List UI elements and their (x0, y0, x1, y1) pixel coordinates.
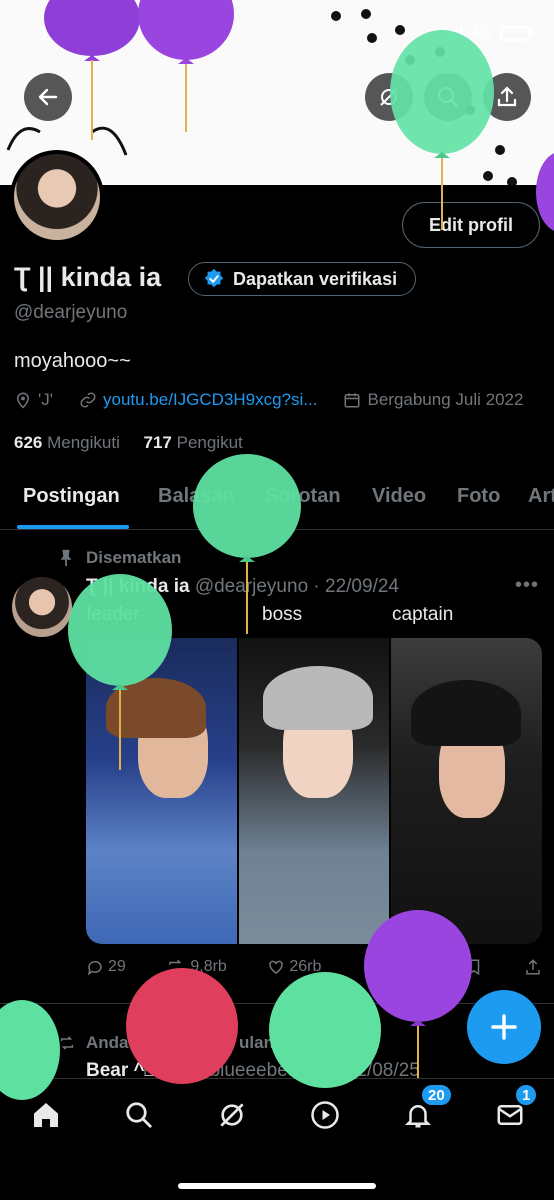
profile-stats: 626 Mengikuti 717 Pengikut (14, 433, 243, 453)
pin-icon (60, 549, 72, 567)
link-icon (80, 392, 96, 408)
following-count: 626 (14, 433, 43, 452)
post-photo-1[interactable] (86, 638, 237, 944)
compose-plus-icon (491, 1014, 517, 1040)
network-label: 4G (470, 24, 492, 41)
views-button[interactable]: 286rb (362, 958, 425, 976)
search-icon (437, 86, 459, 108)
nav-explore[interactable] (119, 1095, 159, 1135)
post-handle-date: @dearjeyuno · 22/09/24 (194, 576, 399, 597)
pinned-label-row: Disematkan (58, 548, 181, 568)
post-actions: 29 9,8rb 26rb 286rb (86, 958, 542, 976)
nav-home[interactable] (26, 1095, 66, 1135)
bookmark-button[interactable] (465, 958, 483, 976)
views-icon (364, 962, 378, 973)
nav-video[interactable] (305, 1095, 345, 1135)
tab-posts[interactable]: Postingan (23, 485, 120, 508)
reply-icon (87, 960, 102, 976)
grok-button[interactable] (365, 73, 413, 121)
profile-meta: 'J' youtu.be/IJGCD3H9xcg?si... Bergabung… (14, 390, 523, 410)
get-verified-label: Dapatkan verifikasi (233, 268, 398, 289)
upload-button[interactable] (524, 958, 542, 976)
verified-badge-icon (204, 268, 224, 288)
play-circle-icon (311, 1101, 339, 1129)
following-label: Mengikuti (47, 433, 120, 452)
signal-icon (444, 26, 463, 40)
like-icon (269, 960, 284, 974)
reposted-label: Anda memposting ulang (86, 1033, 285, 1052)
followers-label: Pengikut (176, 433, 243, 452)
tab-photos[interactable]: Foto (457, 485, 500, 508)
caption-boss: boss (262, 604, 303, 625)
share-icon (497, 86, 517, 107)
profile-avatar[interactable] (10, 150, 104, 244)
nav-grok[interactable] (212, 1095, 252, 1135)
profile-link[interactable]: youtu.be/IJGCD3H9xcg?si... (103, 390, 317, 410)
compose-button[interactable] (467, 990, 541, 1064)
status-bar: 11.24 4G (0, 0, 554, 60)
profile-name: Ʈ || kinda ia (14, 262, 162, 292)
location-icon (16, 392, 30, 409)
reply-button[interactable]: 29 (86, 958, 126, 976)
pinned-label: Disematkan (86, 548, 182, 567)
following-link[interactable]: 626 Mengikuti (14, 433, 120, 452)
reposted-label-row: Anda memposting ulang (58, 1033, 284, 1053)
repost-icon (169, 959, 184, 975)
nav-notifications[interactable]: 20 (398, 1083, 453, 1135)
back-button[interactable] (24, 73, 72, 121)
post-photo-2[interactable] (238, 638, 390, 944)
active-tab-indicator (17, 525, 129, 529)
repost-count: 9,8rb (190, 958, 227, 975)
nav-messages[interactable]: 1 (490, 1083, 539, 1135)
battery-icon (500, 25, 533, 41)
post-media-grid[interactable] (86, 638, 542, 944)
messages-badge: 1 (514, 1083, 539, 1107)
post-more-button[interactable]: ••• (515, 574, 539, 597)
profile-bio: moyahooo~~ (14, 350, 131, 372)
edit-profile-button[interactable]: Edit profil (402, 202, 540, 248)
reply-count: 29 (108, 958, 126, 975)
bottom-navigation: 20 1 (0, 1078, 554, 1200)
get-verified-button[interactable]: Dapatkan verifikasi (188, 262, 417, 296)
calendar-icon (344, 393, 360, 408)
tab-highlights[interactable]: Sorotan (265, 485, 341, 508)
post-author-name[interactable]: Ʈ || kinda ia (86, 576, 190, 597)
profile-joined: Bergabung Juli 2022 (367, 390, 524, 409)
explore-icon (126, 1102, 152, 1128)
followers-link[interactable]: 717 Pengikut (144, 433, 243, 452)
caption-leader: leader (87, 604, 140, 625)
followers-count: 717 (143, 433, 172, 452)
like-count: 26rb (289, 958, 322, 975)
grok-icon (380, 88, 398, 106)
profile-handle: @dearjeyuno (14, 302, 128, 323)
repost-indicator-icon (60, 1036, 74, 1050)
profile-location: 'J' (38, 390, 53, 409)
caption-captain: captain (392, 604, 454, 625)
like-button[interactable]: 26rb (267, 958, 321, 976)
post-photo-3[interactable] (391, 638, 542, 944)
search-button[interactable] (424, 73, 472, 121)
post-header: Ʈ || kinda ia @dearjeyuno · 22/09/24 (86, 576, 399, 598)
status-time: 11.24 (38, 22, 90, 45)
share-button[interactable] (483, 73, 531, 121)
notifications-badge: 20 (420, 1083, 453, 1107)
tab-video[interactable]: Video (372, 485, 426, 508)
post-divider (0, 1003, 554, 1004)
back-arrow-icon (38, 88, 58, 106)
status-icons: 4G (444, 24, 533, 42)
tab-replies[interactable]: Balasan (158, 485, 235, 508)
spaces-icon (220, 1103, 244, 1127)
tab-articles[interactable]: Artikel (528, 485, 554, 508)
home-indicator (178, 1183, 376, 1189)
post-avatar[interactable] (12, 577, 72, 637)
views-count: 286rb (383, 958, 425, 975)
home-icon (34, 1103, 58, 1127)
profile-tabs: Postingan Balasan Sorotan Video Foto Art… (0, 470, 554, 530)
upload-icon (526, 959, 540, 975)
bookmark-icon (469, 959, 480, 976)
repost-button[interactable]: 9,8rb (166, 958, 227, 976)
